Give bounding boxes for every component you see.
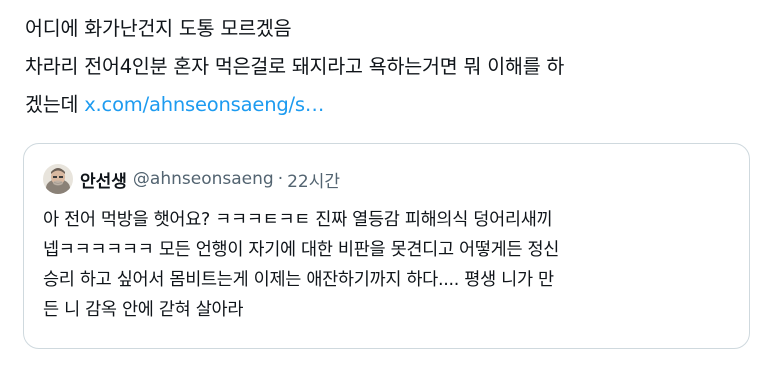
avatar-image [43, 164, 73, 194]
quote-header: 안선생 @ahnseonsaeng · 22시간 [43, 164, 340, 194]
quote-body-line: 넵ㅋㅋㅋㅋㅋㅋ 모든 언행이 자기에 대한 비판을 못견디고 어떻게든 정신 [43, 240, 560, 260]
quote-body-line: 아 전어 먹방을 햇어요? ㅋㅋㅋㅌㅋㅌ 진짜 열등감 피해의식 덩어리새끼 [43, 210, 553, 230]
quote-tweet-card[interactable]: 안선생 @ahnseonsaeng · 22시간 아 전어 먹방을 햇어요? ㅋ… [23, 143, 750, 349]
separator-dot: · [277, 169, 284, 189]
quote-body: 아 전어 먹방을 햇어요? ㅋㅋㅋㅌㅋㅌ 진짜 열등감 피해의식 덩어리새끼 넵… [43, 205, 743, 325]
tweet-text-line: 차라리 전어4인분 혼자 먹은걸로 돼지라고 욕하는거면 뭐 이해를 하 [25, 55, 565, 78]
quote-author-handle[interactable]: @ahnseonsaeng [133, 169, 274, 189]
quote-body-line: 든 니 감옥 안에 갇혀 살아라 [43, 300, 244, 320]
tweet-link[interactable]: x.com/ahnseonsaeng/s… [84, 93, 324, 116]
tweet-text-fragment: 겠는데 [25, 93, 85, 116]
tweet-text-line: 겠는데 x.com/ahnseonsaeng/s… [25, 86, 760, 124]
quote-body-line: 승리 하고 싶어서 몸비트는게 이제는 애잔하기까지 하다.... 평생 니가 … [43, 270, 554, 290]
avatar[interactable] [43, 164, 73, 194]
tweet-text-line: 어디에 화가난건지 도통 모르겠음 [25, 17, 292, 40]
quote-timestamp[interactable]: 22시간 [287, 167, 340, 192]
tweet-text: 어디에 화가난건지 도통 모르겠음 차라리 전어4인분 혼자 먹은걸로 돼지라고… [25, 10, 760, 124]
quote-author-name[interactable]: 안선생 [80, 167, 127, 192]
